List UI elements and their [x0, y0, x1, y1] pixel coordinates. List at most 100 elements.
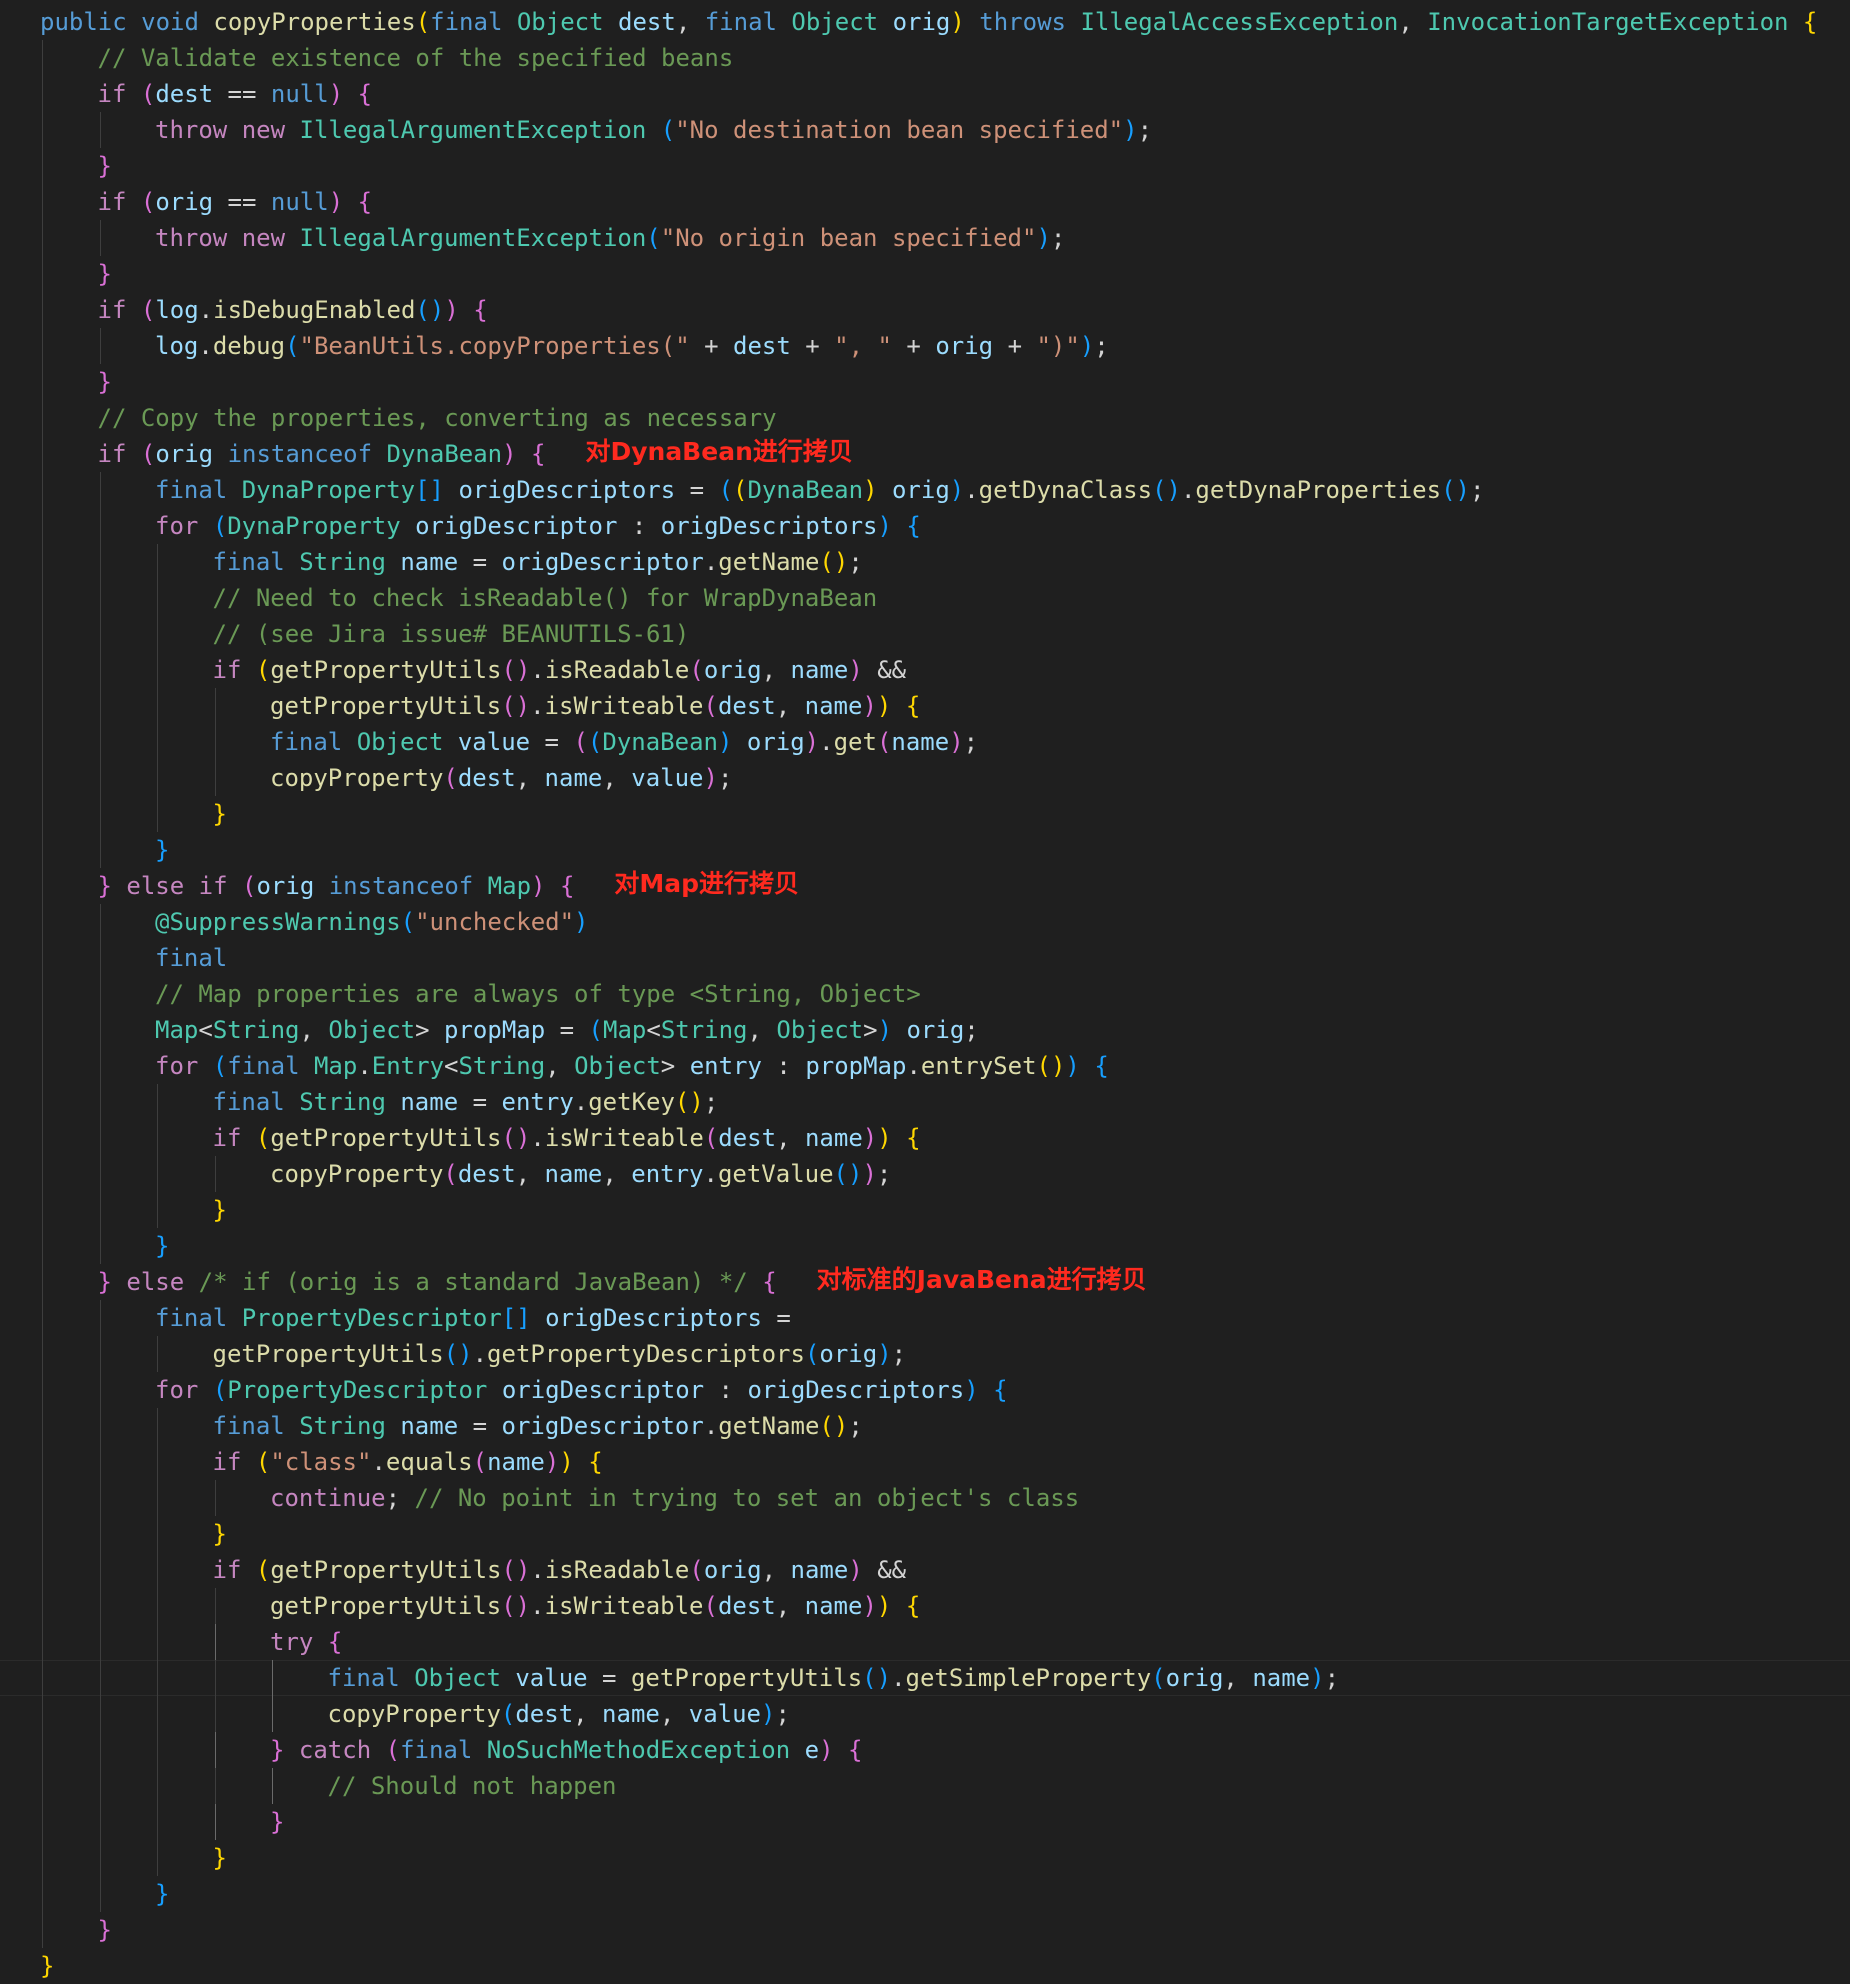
code-token: (: [415, 8, 431, 36]
code-line[interactable]: if (orig == null) {: [0, 184, 1850, 220]
code-line[interactable]: }: [0, 1192, 1850, 1228]
code-line[interactable]: log.debug("BeanUtils.copyProperties(" + …: [0, 328, 1850, 364]
code-token: entry: [689, 1052, 762, 1080]
indent-guide: [42, 1084, 43, 1120]
indent-guide: [42, 1660, 43, 1696]
code-token: origDescriptor: [415, 512, 618, 540]
code-line[interactable]: }: [0, 364, 1850, 400]
code-token: {: [906, 1124, 921, 1152]
code-token: getValue: [717, 1160, 834, 1188]
code-line[interactable]: final String name = entry.getKey();: [0, 1084, 1850, 1120]
code-line[interactable]: if (getPropertyUtils().isWriteable(dest,…: [0, 1120, 1850, 1156]
code-line[interactable]: copyProperty(dest, name, entry.getValue(…: [0, 1156, 1850, 1192]
code-line[interactable]: if (orig instanceof DynaBean) {: [0, 436, 1850, 472]
code-token: (: [443, 764, 458, 792]
code-line[interactable]: // Copy the properties, converting as ne…: [0, 400, 1850, 436]
code-line[interactable]: public void copyProperties(final Object …: [0, 4, 1850, 40]
code-line[interactable]: @SuppressWarnings("unchecked"): [0, 904, 1850, 940]
code-line[interactable]: final Object value = ((DynaBean) orig).g…: [0, 724, 1850, 760]
indent-guide: [214, 760, 216, 796]
code-token: copyProperty: [270, 764, 444, 792]
code-token: .: [1180, 476, 1196, 504]
code-line[interactable]: // Validate existence of the specified b…: [0, 40, 1850, 76]
code-line[interactable]: // (see Jira issue# BEANUTILS-61): [0, 616, 1850, 652]
indent-guide: [214, 1804, 216, 1840]
code-line[interactable]: getPropertyUtils().isWriteable(dest, nam…: [0, 1588, 1850, 1624]
code-token: .: [530, 656, 545, 684]
indent-guide: [157, 1552, 158, 1588]
code-line[interactable]: // Map properties are always of type <St…: [0, 976, 1850, 1012]
indent-guide: [99, 832, 101, 868]
code-line[interactable]: }: [0, 1804, 1850, 1840]
code-line[interactable]: copyProperty(dest, name, value);: [0, 1696, 1850, 1732]
code-line[interactable]: getPropertyUtils().getPropertyDescriptor…: [0, 1336, 1850, 1372]
code-text: @SuppressWarnings("unchecked"): [155, 904, 589, 940]
code-line[interactable]: }: [0, 256, 1850, 292]
code-line[interactable]: throw new IllegalArgumentException("No o…: [0, 220, 1850, 256]
code-line[interactable]: final Object value = getPropertyUtils().…: [0, 1660, 1850, 1696]
code-text: }: [98, 256, 112, 292]
code-line[interactable]: if (getPropertyUtils().isReadable(orig, …: [0, 652, 1850, 688]
code-line[interactable]: final String name = origDescriptor.getNa…: [0, 1408, 1850, 1444]
code-token: }: [97, 1268, 112, 1296]
code-line[interactable]: }: [0, 1516, 1850, 1552]
code-token: .: [530, 692, 545, 720]
code-line[interactable]: copyProperty(dest, name, value);: [0, 760, 1850, 796]
indent-guide: [214, 1732, 216, 1768]
indent-guide: [99, 976, 101, 1012]
indent-guide: [99, 760, 101, 796]
code-line[interactable]: }: [0, 1840, 1850, 1876]
code-line[interactable]: getPropertyUtils().isWriteable(dest, nam…: [0, 688, 1850, 724]
code-text: // (see Jira issue# BEANUTILS-61): [213, 616, 690, 652]
code-line[interactable]: for (DynaProperty origDescriptor : origD…: [0, 508, 1850, 544]
code-token: getKey: [588, 1088, 675, 1116]
indent-guide: [99, 1840, 101, 1876]
code-line[interactable]: }: [0, 148, 1850, 184]
code-line[interactable]: }: [0, 1912, 1850, 1948]
code-token: ): [848, 1556, 863, 1584]
code-line[interactable]: try {: [0, 1624, 1850, 1660]
code-line[interactable]: final PropertyDescriptor[] origDescripto…: [0, 1300, 1850, 1336]
code-token: (): [819, 548, 849, 576]
code-line[interactable]: final DynaProperty[] origDescriptors = (…: [0, 472, 1850, 508]
code-line[interactable]: throw new IllegalArgumentException ("No …: [0, 112, 1850, 148]
code-token: (): [833, 1160, 863, 1188]
code-line[interactable]: continue; // No point in trying to set a…: [0, 1480, 1850, 1516]
code-token: {: [357, 80, 373, 108]
code-line[interactable]: if ("class".equals(name)) {: [0, 1444, 1850, 1480]
code-line[interactable]: if (getPropertyUtils().isReadable(orig, …: [0, 1552, 1850, 1588]
code-line[interactable]: final: [0, 940, 1850, 976]
code-text: if (orig instanceof DynaBean) {: [98, 436, 546, 472]
code-line[interactable]: if (log.isDebugEnabled()) {: [0, 292, 1850, 328]
code-line[interactable]: final String name = origDescriptor.getNa…: [0, 544, 1850, 580]
code-token: final: [704, 8, 777, 36]
code-line[interactable]: for (PropertyDescriptor origDescriptor :…: [0, 1372, 1850, 1408]
code-line[interactable]: // Need to check isReadable() for WrapDy…: [0, 580, 1850, 616]
code-line[interactable]: }: [0, 832, 1850, 868]
code-token: if: [212, 656, 242, 684]
code-line[interactable]: if (dest == null) {: [0, 76, 1850, 112]
code-line[interactable]: }: [0, 796, 1850, 832]
code-editor[interactable]: public void copyProperties(final Object …: [0, 0, 1850, 1982]
code-line[interactable]: // Should not happen: [0, 1768, 1850, 1804]
code-token: if: [212, 1124, 242, 1152]
code-line[interactable]: }: [0, 1876, 1850, 1912]
code-token: name: [891, 728, 950, 756]
code-token: +: [689, 332, 734, 360]
code-token: name: [602, 1700, 660, 1728]
code-line[interactable]: } else if (orig instanceof Map) {: [0, 868, 1850, 904]
code-line[interactable]: }: [0, 1948, 1850, 1984]
code-text: }: [270, 1804, 284, 1840]
code-line[interactable]: Map<String, Object> propMap = (Map<Strin…: [0, 1012, 1850, 1048]
code-token: throw: [155, 224, 228, 252]
code-line[interactable]: } catch (final NoSuchMethodException e) …: [0, 1732, 1850, 1768]
code-line[interactable]: }: [0, 1228, 1850, 1264]
code-line[interactable]: for (final Map.Entry<String, Object> ent…: [0, 1048, 1850, 1084]
code-token: .: [530, 1592, 545, 1620]
